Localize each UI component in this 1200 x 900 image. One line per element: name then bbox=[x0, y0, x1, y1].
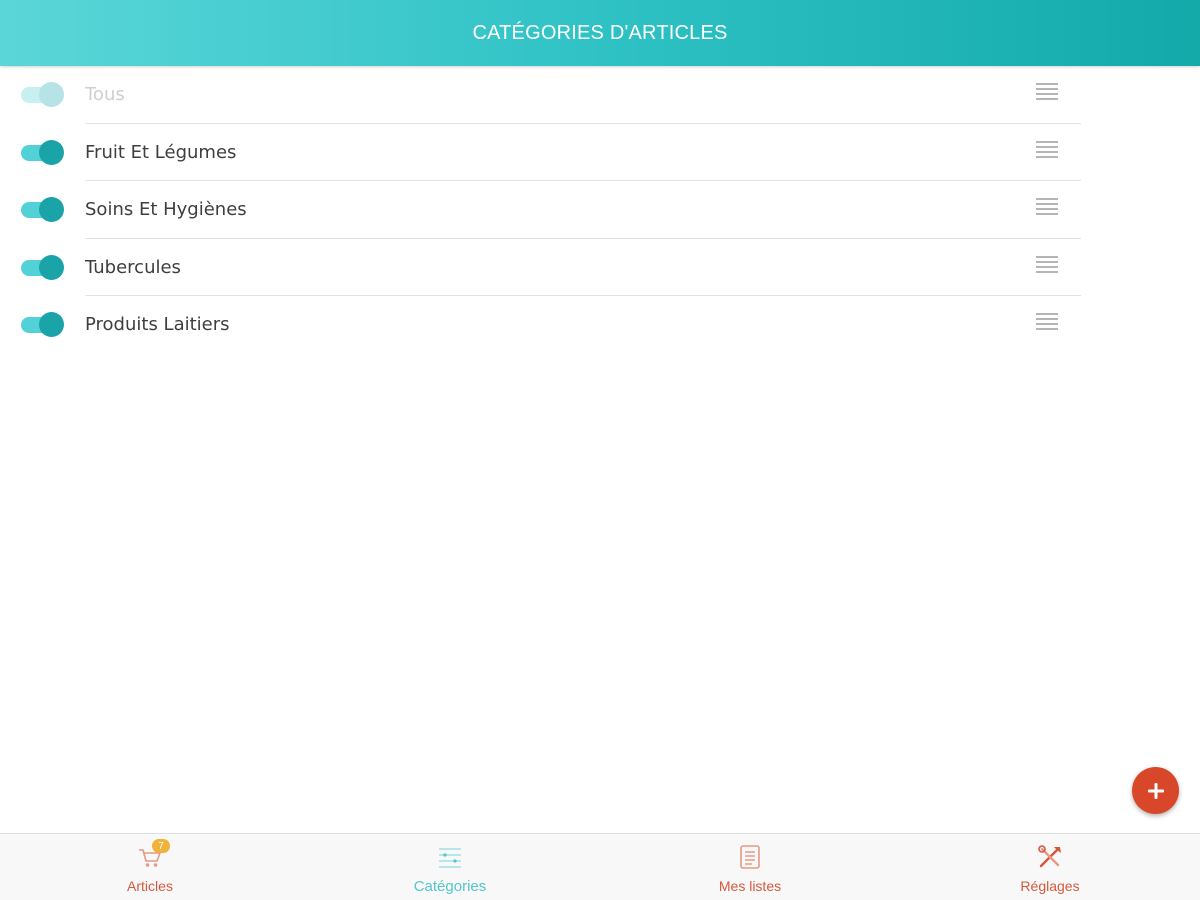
category-toggle[interactable] bbox=[21, 312, 65, 338]
category-row-all: Tous bbox=[0, 66, 1200, 124]
category-toggle[interactable] bbox=[21, 197, 65, 223]
toggle-knob bbox=[39, 139, 64, 165]
nav-label: Catégories bbox=[413, 878, 487, 895]
nav-item-articles[interactable]: 7 Articles bbox=[0, 834, 300, 900]
category-label: Produits Laitiers bbox=[85, 314, 230, 335]
nav-item-settings[interactable]: Réglages bbox=[900, 834, 1200, 900]
category-label: Tous bbox=[85, 84, 125, 105]
bottom-navigation: 7 Articles Catégories Mes listes Réglage… bbox=[0, 833, 1200, 900]
category-label: Tubercules bbox=[85, 256, 181, 278]
category-toggle[interactable] bbox=[21, 139, 65, 166]
toggle-knob bbox=[39, 312, 64, 337]
app-header: CATÉGORIES D'ARTICLES bbox=[0, 0, 1200, 66]
nav-label: Mes listes bbox=[718, 878, 782, 894]
drag-handle-icon[interactable] bbox=[1036, 255, 1058, 276]
nav-item-categories[interactable]: Catégories bbox=[300, 834, 600, 900]
category-row: Tubercules bbox=[0, 239, 1200, 296]
category-label: Soins Et Hygiènes bbox=[85, 199, 247, 220]
page-title: CATÉGORIES D'ARTICLES bbox=[472, 21, 728, 44]
nav-item-my-lists[interactable]: Mes listes bbox=[600, 834, 900, 900]
add-category-button[interactable] bbox=[1132, 767, 1179, 814]
toggle-knob bbox=[39, 254, 64, 280]
category-row: Soins Et Hygiènes bbox=[0, 181, 1200, 239]
categories-list-icon bbox=[436, 844, 464, 870]
drag-handle-icon[interactable] bbox=[1036, 313, 1058, 333]
category-row: Produits Laitiers bbox=[0, 296, 1200, 354]
category-row: Fruit Et Légumes bbox=[0, 124, 1200, 181]
category-list: Tous Fruit Et Légumes Soins Et Hygiènes … bbox=[0, 66, 1200, 354]
category-label: Fruit Et Légumes bbox=[85, 141, 237, 163]
document-list-icon bbox=[736, 844, 764, 870]
toggle-knob bbox=[39, 82, 64, 107]
nav-label: Articles bbox=[127, 878, 173, 894]
drag-handle-icon[interactable] bbox=[1036, 198, 1058, 218]
tools-icon bbox=[1036, 844, 1064, 870]
plus-icon bbox=[1147, 782, 1164, 799]
cart-icon: 7 bbox=[136, 839, 170, 870]
category-toggle[interactable] bbox=[21, 254, 65, 281]
drag-handle-icon[interactable] bbox=[1036, 83, 1058, 103]
drag-handle-icon[interactable] bbox=[1036, 140, 1058, 161]
toggle-knob bbox=[39, 197, 64, 222]
nav-label: Réglages bbox=[1020, 878, 1080, 894]
cart-badge: 7 bbox=[152, 839, 170, 853]
category-toggle[interactable] bbox=[21, 82, 65, 108]
